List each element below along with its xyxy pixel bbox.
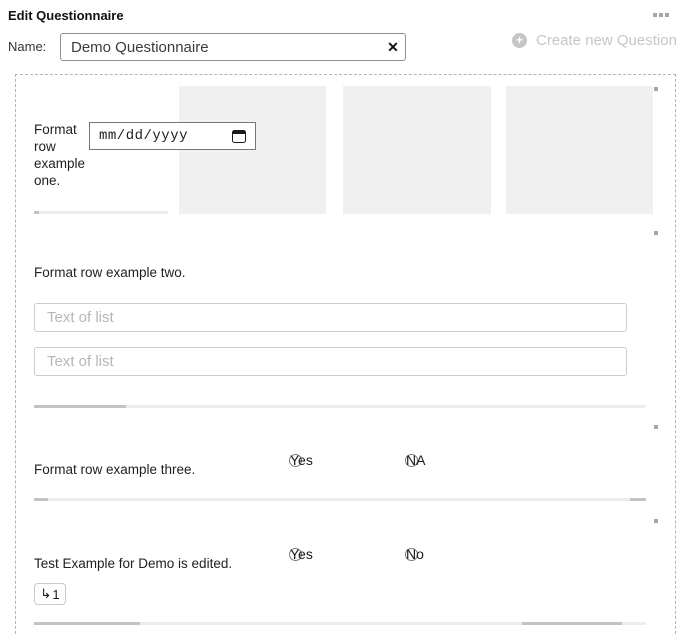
branch-target-button[interactable]: ↳1: [34, 583, 66, 605]
radio-option-label: Yes: [290, 546, 313, 562]
questionnaire-editor-panel: Format row example one. mm/dd/yyyy Forma…: [15, 74, 676, 634]
horizontal-scrollbar[interactable]: [34, 498, 646, 501]
question-1-text: Format row example one.: [34, 121, 92, 189]
horizontal-scrollbar[interactable]: [34, 405, 646, 408]
name-input[interactable]: [61, 39, 381, 56]
list-item-input-1[interactable]: [34, 303, 627, 332]
horizontal-scrollbar[interactable]: [34, 622, 646, 625]
create-new-question-button[interactable]: + Create new Question: [512, 32, 677, 49]
answer-placeholder-box: [179, 86, 326, 214]
page-title: Edit Questionnaire: [8, 8, 124, 23]
name-label: Name:: [8, 39, 46, 54]
plus-circle-icon: +: [512, 33, 527, 48]
branch-number: 1: [52, 587, 59, 602]
radio-option-label: No: [406, 546, 424, 562]
question-2-text: Format row example two.: [34, 264, 186, 281]
clear-name-icon[interactable]: ✕: [381, 39, 405, 56]
page-more-menu-icon[interactable]: [653, 13, 669, 17]
answer-placeholder-box: [343, 86, 491, 214]
list-item-input-2[interactable]: [34, 347, 627, 376]
branch-arrow-icon: ↳: [40, 586, 51, 602]
date-placeholder: mm/dd/yyyy: [99, 128, 188, 144]
question-3-text: Format row example three.: [34, 461, 195, 478]
create-new-question-label: Create new Question: [536, 32, 677, 49]
answer-placeholder-box: [506, 86, 653, 214]
name-input-wrap: ✕: [60, 33, 406, 61]
radio-option-label: NA: [406, 452, 425, 468]
question-4-text: Test Example for Demo is edited.: [34, 555, 232, 572]
radio-option-label: Yes: [290, 452, 313, 468]
horizontal-scrollbar[interactable]: [34, 211, 168, 214]
date-input[interactable]: mm/dd/yyyy: [89, 122, 256, 150]
calendar-icon[interactable]: [232, 130, 246, 143]
